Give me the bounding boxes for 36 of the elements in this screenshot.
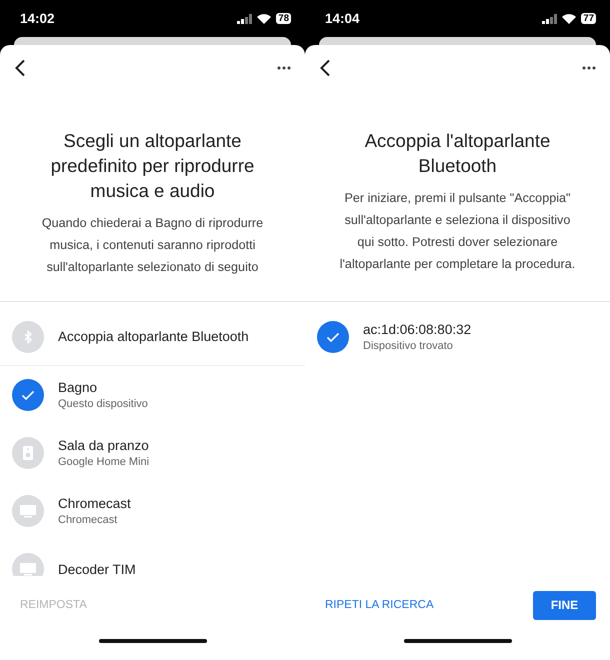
signal-icon	[542, 14, 558, 24]
device-name: Decoder TIM	[58, 562, 136, 576]
back-icon[interactable]	[14, 59, 26, 77]
bluetooth-icon	[23, 330, 33, 344]
tv-icon	[19, 562, 37, 576]
tv-icon	[19, 504, 37, 518]
back-icon[interactable]	[319, 59, 331, 77]
device-name: Chromecast	[58, 496, 131, 511]
status-time: 14:04	[325, 11, 360, 26]
battery-indicator: 78	[276, 13, 291, 24]
signal-icon	[237, 14, 252, 24]
selected-indicator[interactable]	[12, 379, 44, 411]
retry-search-button[interactable]: RIPETI LA RICERCA	[323, 593, 436, 617]
check-icon	[21, 390, 35, 400]
device-subtitle: Questo dispositivo	[58, 398, 148, 410]
wifi-icon	[562, 14, 576, 24]
speaker-icon	[22, 445, 34, 461]
page-description: Per iniziare, premi il pulsante "Accoppia" sull'altoparlante e seleziona il dispositivo qui sotto. Potresti dover selezionare l'altoparlante per completare la procedura.	[338, 190, 576, 273]
page-title: Accoppia l'altoparlante Bluetooth	[364, 129, 552, 178]
wifi-icon	[257, 14, 272, 24]
more-icon[interactable]	[582, 66, 596, 70]
check-icon	[326, 332, 340, 342]
page-description: Quando chiederai a Bagno di riprodurre musica, i contenuti saranno riprodotti sull'altoparlante selezionato di seguito	[40, 215, 264, 276]
pair-bluetooth-link[interactable]: Accoppia altoparlante Bluetooth	[58, 329, 249, 344]
device-subtitle: Google Home Mini	[58, 456, 150, 468]
device-subtitle: Chromecast	[58, 514, 118, 526]
device-name: ac:1d:06:08:80:32	[363, 322, 472, 337]
device-subtitle: Dispositivo trovato	[363, 340, 454, 352]
device-name: Sala da pranzo	[58, 438, 150, 453]
done-button[interactable]: FINE	[533, 590, 596, 620]
page-title: Scegli un altoparlante predefinito per riprodurre musica e audio	[50, 129, 256, 203]
status-time: 14:02	[20, 11, 55, 26]
more-icon[interactable]	[277, 66, 291, 70]
selected-indicator[interactable]	[317, 321, 349, 353]
battery-indicator: 77	[581, 13, 596, 24]
device-name: Bagno	[58, 380, 98, 395]
